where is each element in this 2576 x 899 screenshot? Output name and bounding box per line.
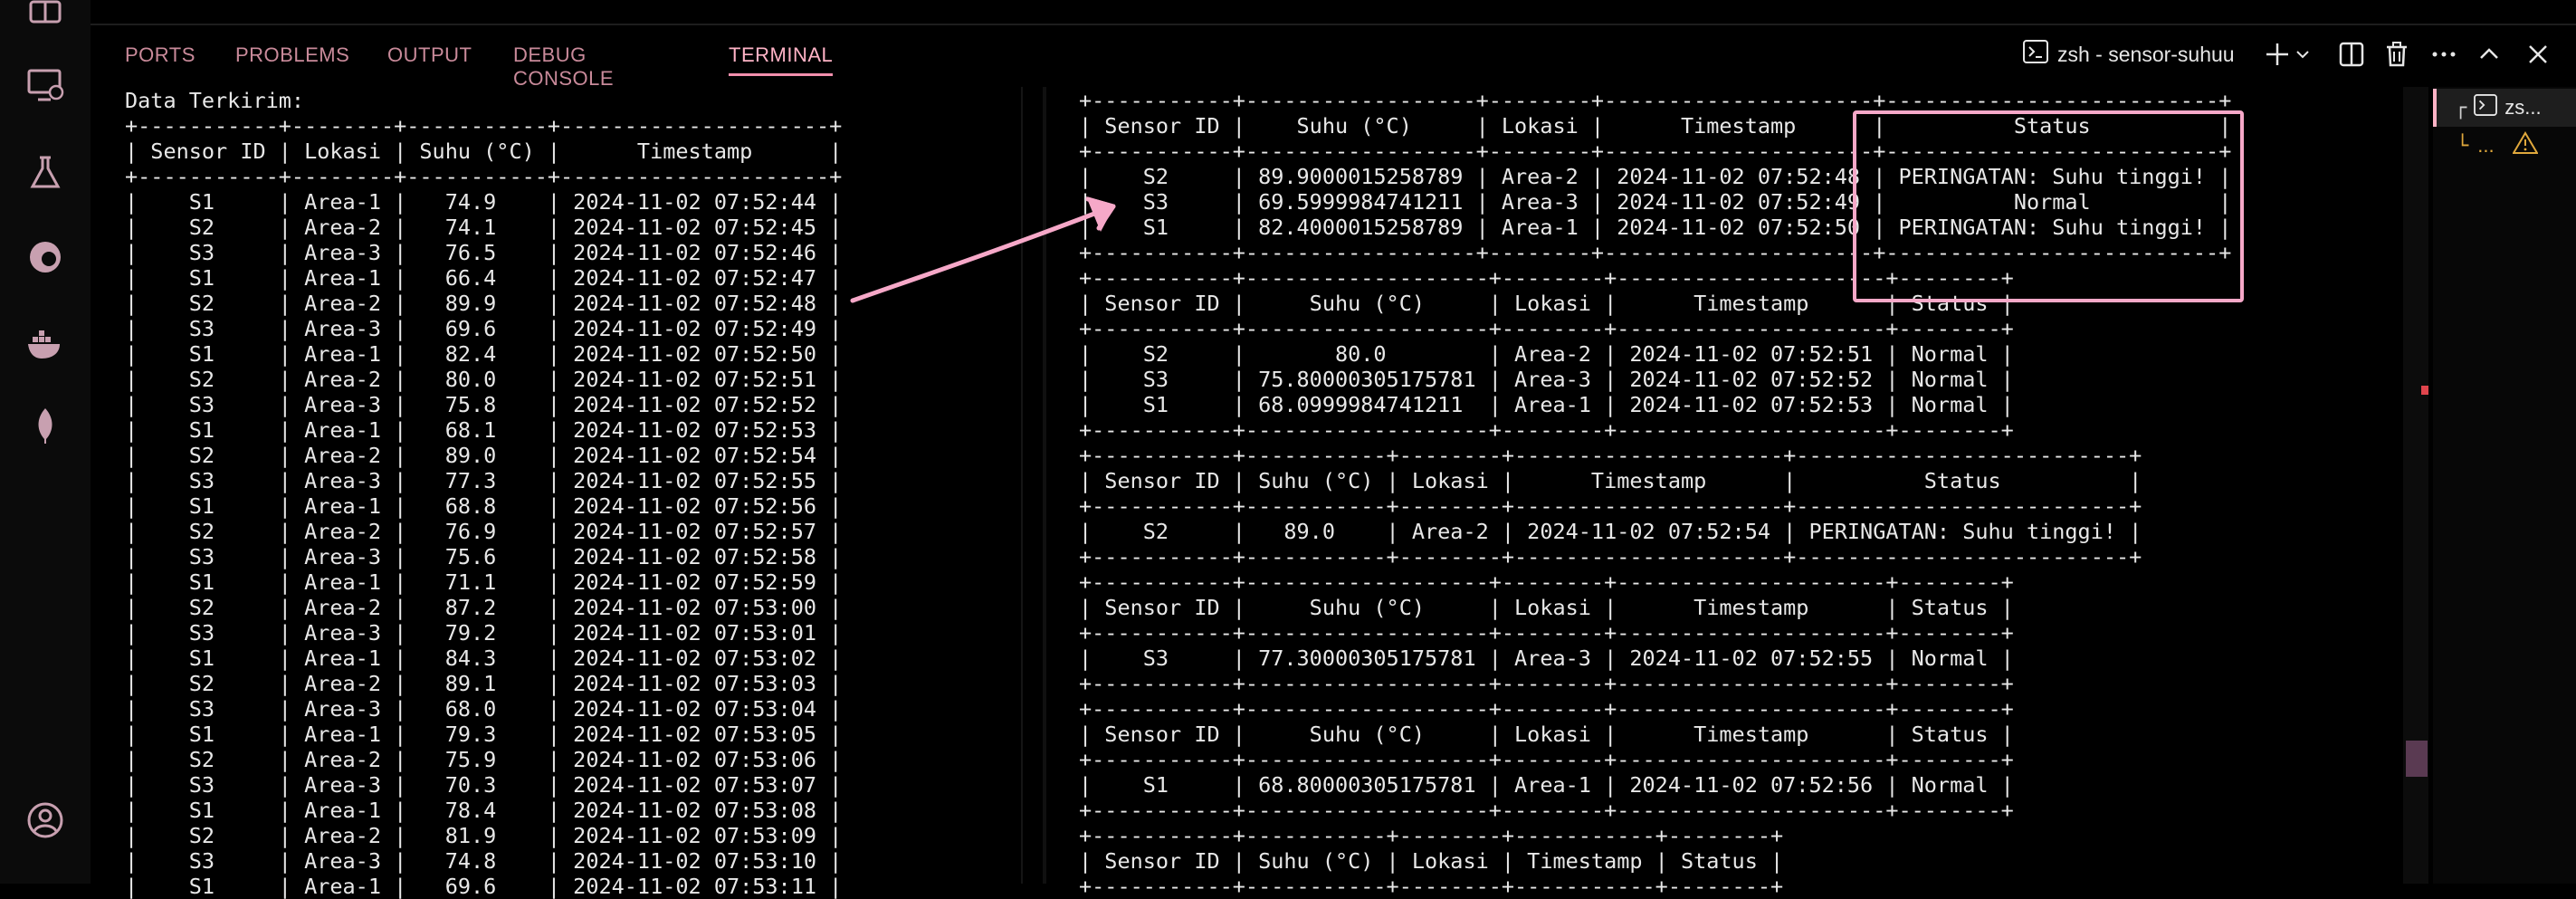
terminal-icon	[2474, 94, 2498, 121]
terminal-scroll-thumb[interactable]	[2406, 741, 2428, 777]
ellipsis-icon[interactable]	[2429, 40, 2458, 69]
add-icon[interactable]	[2263, 40, 2292, 69]
tree-end-icon: └	[2457, 134, 2469, 158]
tab-ports[interactable]: PORTS	[125, 43, 196, 67]
terminal-list-label: zs...	[2504, 96, 2542, 119]
testing-flask-icon[interactable]	[25, 152, 65, 192]
trash-icon[interactable]	[2382, 40, 2411, 69]
editor-top-strip	[91, 0, 2576, 25]
explorer-icon[interactable]	[25, 0, 65, 31]
annotation-arrow	[850, 196, 1116, 303]
terminal-icon	[2023, 40, 2048, 69]
tab-problems[interactable]: PROBLEMS	[235, 43, 349, 67]
activity-bar	[0, 0, 91, 884]
tab-debug-console[interactable]: DEBUG CONSOLE	[513, 43, 614, 91]
tree-branch-icon: ┌	[2455, 96, 2467, 120]
tab-terminal[interactable]: TERMINAL	[729, 43, 834, 76]
status-highlight-box	[1853, 110, 2244, 302]
warning-icon	[2511, 131, 2539, 160]
terminal-list	[2433, 87, 2576, 884]
left-terminal-output[interactable]: Data Terkirim: +-----------+--------+---…	[125, 88, 842, 899]
close-icon[interactable]	[2524, 40, 2552, 69]
tab-output[interactable]: OUTPUT	[387, 43, 472, 67]
terminal-title[interactable]: zsh - sensor-suhuu	[2023, 40, 2235, 69]
edge-browser-icon[interactable]	[25, 237, 65, 277]
terminal-list-item-task[interactable]: └ ...	[2433, 127, 2576, 165]
terminal-list-label: ...	[2477, 134, 2495, 157]
terminal-title-label: zsh - sensor-suhuu	[2057, 42, 2235, 66]
chevron-up-icon[interactable]	[2475, 40, 2504, 69]
mongodb-leaf-icon[interactable]	[25, 406, 65, 445]
split-icon[interactable]	[2337, 40, 2366, 69]
scrollbar-error-marker	[2421, 386, 2428, 395]
docker-icon[interactable]	[25, 324, 65, 364]
terminal-list-item-zsh[interactable]: ┌ zs...	[2433, 89, 2576, 127]
chevron-down-icon[interactable]	[2294, 40, 2312, 69]
account-icon[interactable]	[25, 800, 65, 840]
remote-explorer-icon[interactable]	[25, 65, 65, 105]
